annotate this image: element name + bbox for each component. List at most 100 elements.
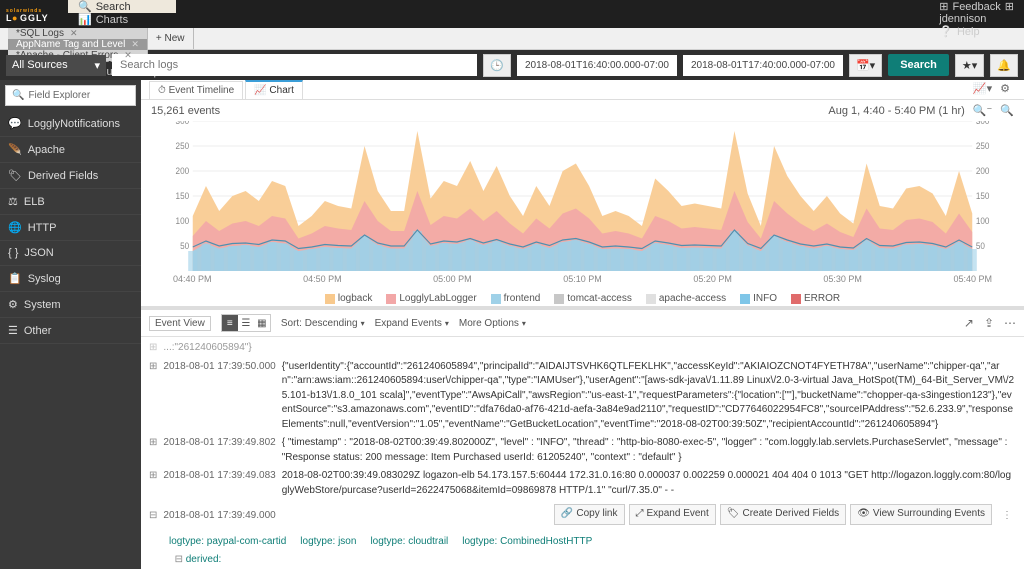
close-icon[interactable]: ✕	[70, 28, 78, 39]
new-tab[interactable]: + New	[148, 28, 194, 49]
svg-text:150: 150	[176, 191, 190, 201]
legend-item[interactable]: INFO	[740, 293, 777, 304]
nav-right-jdennison[interactable]: jdennison	[929, 13, 1024, 25]
logtype-tag[interactable]: logtype: CombinedHostHTTP	[462, 536, 592, 547]
tree-row[interactable]: ⊟ derived:	[169, 553, 1016, 568]
x-tick: 04:40 PM	[173, 274, 212, 284]
expand-icon[interactable]: ⊞	[149, 469, 157, 498]
field-sidebar: 🔍 Field Explorer 💬LogglyNotifications🪶Ap…	[0, 80, 141, 569]
more-options-button[interactable]: More Options▾	[459, 318, 526, 329]
close-icon[interactable]: ✕	[124, 50, 132, 61]
x-tick: 04:50 PM	[303, 274, 342, 284]
calendar-from-button[interactable]: 🕒	[483, 54, 511, 77]
svg-text:200: 200	[176, 166, 190, 176]
workspace-tab[interactable]: *SQL Logs✕	[8, 28, 148, 39]
nav-right-feedback[interactable]: ⊞ Feedback ⊞	[929, 0, 1024, 13]
logtype-tags: logtype: paypal-com-cartid logtype: json l…	[169, 535, 1016, 550]
alerts-bell[interactable]: 🔔	[990, 54, 1018, 77]
expand-events-button[interactable]: Expand Events▾	[375, 318, 449, 329]
workspace-tabs: *SQL Logs✕AppName Tag and Level✕*Apache …	[0, 28, 1024, 50]
event-row[interactable]: ⊞2018-08-01 17:39:50.000{"userIdentity":…	[149, 360, 1016, 433]
sidebar-item-json[interactable]: { }JSON	[0, 241, 141, 266]
legend-item[interactable]: apache-access	[646, 293, 726, 304]
event-row[interactable]: ⊞2018-08-01 17:39:49.0832018-08-02T00:39…	[149, 469, 1016, 498]
expand-icon[interactable]: ⊞	[149, 360, 157, 433]
sidebar-item-system[interactable]: ⚙System	[0, 292, 141, 318]
share-icon[interactable]: ↗	[964, 316, 974, 330]
search-button[interactable]: Search	[888, 54, 949, 76]
svg-text:300: 300	[176, 121, 190, 126]
legend-item[interactable]: frontend	[491, 293, 541, 304]
events-toolbar: Event View ≡☰▦ Sort: Descending▾ Expand …	[141, 310, 1024, 337]
nav-icon: 🔍	[78, 0, 92, 13]
chart-type-icon[interactable]: 📈▾	[973, 82, 992, 95]
legend-item[interactable]: ERROR	[791, 293, 840, 304]
svg-text:250: 250	[176, 141, 190, 151]
event-body: {"userIdentity":{"accountId":"2612406058…	[282, 360, 1016, 433]
sidebar-item-apache[interactable]: 🪶Apache	[0, 137, 141, 163]
source-select[interactable]: All Sources▾	[6, 55, 106, 76]
logtype-tag[interactable]: logtype: json	[300, 536, 356, 547]
logo: solarwindsL●GGLY	[0, 0, 68, 28]
close-icon[interactable]: ✕	[131, 39, 139, 50]
event-action-expand-event[interactable]: ⤢Expand Event	[629, 504, 716, 525]
action-icon: 🏷	[727, 507, 740, 522]
sidebar-item-other[interactable]: ☰Other	[0, 318, 141, 344]
tree-toggle-icon[interactable]: ⊟	[175, 554, 183, 565]
chart-settings-icon[interactable]: ⚙	[1000, 82, 1010, 95]
export-icon[interactable]: ⇪	[984, 316, 994, 330]
logtype-tag[interactable]: logtype: paypal-com-cartid	[169, 536, 286, 547]
tab-event-timeline[interactable]: ⏱ Event Timeline	[149, 81, 243, 99]
sidebar-icon: ⚖	[8, 195, 18, 208]
field-explorer-input[interactable]: 🔍 Field Explorer	[5, 85, 136, 106]
expand-icon[interactable]: ⊞	[149, 436, 157, 465]
favorite-button[interactable]: ★▾	[955, 54, 984, 77]
collapse-icon[interactable]: ⊟	[149, 509, 157, 524]
tab-chart[interactable]: 📈 Chart	[245, 80, 303, 99]
chart[interactable]: 5050100100150150200200250250300300 04:40…	[141, 121, 1024, 291]
svg-text:GGLY: GGLY	[20, 13, 49, 23]
top-nav: solarwindsL●GGLY 🔍Search📊Charts▦Dashboar…	[0, 0, 1024, 28]
sidebar-item-logglynotifications[interactable]: 💬LogglyNotifications	[0, 111, 141, 137]
event-timestamp: 2018-08-01 17:39:49.083	[163, 469, 275, 498]
event-truncated: ...:"261240605894"}	[163, 341, 1016, 356]
event-action-copy-link[interactable]: 🔗Copy link	[554, 504, 625, 525]
event-more-icon[interactable]: ⋮	[998, 509, 1016, 524]
x-tick: 05:00 PM	[433, 274, 472, 284]
sidebar-icon: { }	[8, 247, 18, 259]
action-icon: ⤢	[636, 507, 644, 522]
nav-icon: 📊	[78, 13, 92, 26]
sidebar-item-derived fields[interactable]: 🏷Derived Fields	[0, 163, 141, 189]
zoom-out-icon[interactable]: 🔍⁻	[973, 104, 993, 117]
action-icon: 🔗	[561, 507, 573, 522]
x-tick: 05:40 PM	[953, 274, 992, 284]
event-action-create-derived-fields[interactable]: 🏷Create Derived Fields	[720, 504, 846, 525]
zoom-reset-icon[interactable]: 🔍	[1000, 104, 1014, 117]
legend-item[interactable]: LogglyLabLogger	[386, 293, 476, 304]
calendar-to-button[interactable]: 📅▾	[849, 54, 882, 77]
x-tick: 05:30 PM	[823, 274, 862, 284]
nav-charts[interactable]: 📊Charts	[68, 13, 176, 26]
logtype-tag[interactable]: logtype: cloudtrail	[370, 536, 448, 547]
sidebar-icon: ⚙	[8, 298, 18, 311]
nav-right-help[interactable]: ❔ Help	[929, 25, 1024, 38]
svg-text:250: 250	[976, 141, 990, 151]
more-icon[interactable]: ⋯	[1004, 316, 1016, 330]
workspace-tab[interactable]: AppName Tag and Level✕	[8, 39, 148, 50]
sort-toggle[interactable]: Sort: Descending▾	[281, 318, 365, 329]
event-action-view-surrounding-events[interactable]: 👁View Surrounding Events	[850, 504, 992, 525]
search-input[interactable]	[112, 54, 477, 76]
event-timestamp: 2018-08-01 17:39:49.000	[163, 509, 275, 524]
time-from[interactable]: 2018-08-01T16:40:00.000-07:00	[517, 55, 677, 76]
legend-item[interactable]: logback	[325, 293, 372, 304]
sidebar-item-syslog[interactable]: 📋Syslog	[0, 266, 141, 292]
legend-item[interactable]: tomcat-access	[554, 293, 631, 304]
svg-text:300: 300	[976, 121, 990, 126]
event-row[interactable]: ⊞2018-08-01 17:39:49.802{ "timestamp" : …	[149, 436, 1016, 465]
sidebar-item-http[interactable]: 🌐HTTP	[0, 215, 141, 241]
time-to[interactable]: 2018-08-01T17:40:00.000-07:00	[683, 55, 843, 76]
apps-icon: ⊞	[1005, 0, 1014, 13]
nav-search[interactable]: 🔍Search	[68, 0, 176, 13]
view-mode-toggle[interactable]: ≡☰▦	[221, 314, 271, 332]
sidebar-item-elb[interactable]: ⚖ELB	[0, 189, 141, 215]
